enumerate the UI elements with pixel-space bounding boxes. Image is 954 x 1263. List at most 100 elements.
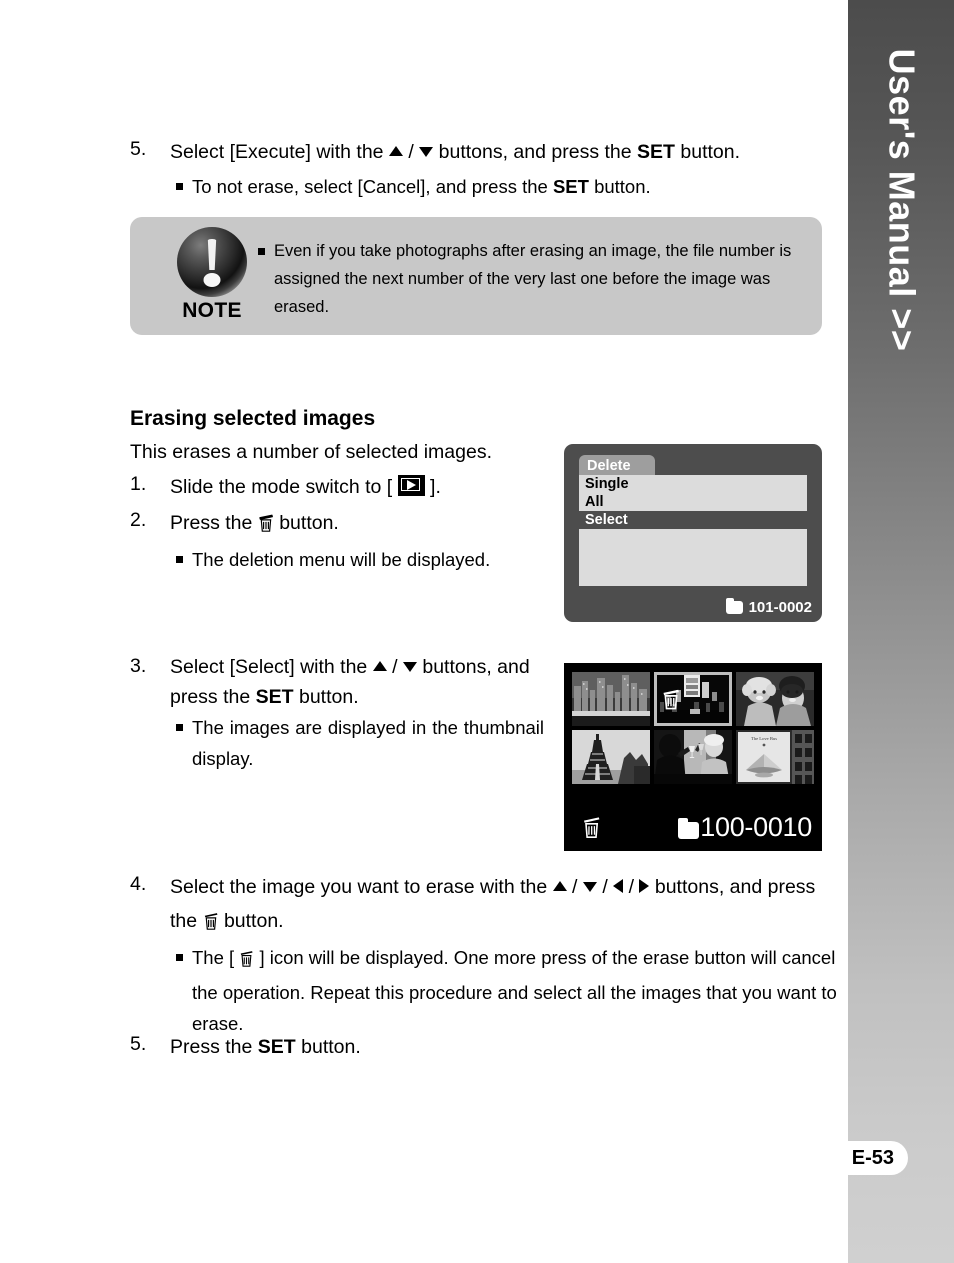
step-text-part: button.: [295, 1036, 361, 1058]
step-5: 5. Press the SET button.: [130, 1030, 630, 1064]
step-text: Press the SET button.: [170, 1030, 630, 1064]
step-number: 2.: [130, 509, 147, 531]
triangle-down-icon: [402, 662, 417, 672]
step-text-part: buttons, and press the: [433, 141, 638, 163]
step-text: Select [Select] with the / buttons, and …: [170, 652, 542, 712]
step-text-part: Slide the mode switch to [: [170, 476, 398, 498]
trash-icon: [239, 946, 254, 977]
sidebar-title-text: User's Manual >>: [881, 48, 923, 352]
bullet-square-icon: [176, 954, 183, 961]
step-text-part: Press the: [170, 1036, 258, 1058]
bullet-text: The deletion menu will be displayed.: [192, 549, 491, 570]
folder-icon: [725, 598, 743, 614]
bullet-text-part: button.: [588, 176, 651, 197]
lcd-status-bar: 100-0010: [564, 812, 822, 846]
step-text-part: Select the image you want to erase with …: [170, 876, 553, 898]
step-text: Press the button.: [170, 506, 550, 544]
bullet-text-part: ] icon will be displayed. One more press…: [192, 947, 837, 1034]
bullet-square-icon: [176, 556, 183, 563]
step-text-part: Select [Select] with the: [170, 656, 373, 678]
playback-mode-icon: [397, 475, 425, 496]
step-text-part: button.: [273, 512, 339, 534]
sidebar-title: User's Manual >>: [848, 0, 954, 400]
step-number: 1.: [130, 473, 147, 495]
thumbnail-cell[interactable]: [654, 730, 732, 784]
trash-icon: [258, 510, 274, 544]
step-text-part: /: [402, 141, 420, 163]
triangle-up-icon: [388, 146, 403, 156]
bullet-square-icon: [176, 724, 183, 731]
note-icon-group: NOTE: [152, 227, 272, 323]
page-content: 5. Select [Execute] with the / buttons, …: [0, 0, 848, 1263]
note-label: NOTE: [182, 299, 242, 322]
note-text: Even if you take photographs after erasi…: [274, 242, 792, 316]
step-number: 5.: [130, 1033, 147, 1055]
page-number: E-53: [851, 1146, 894, 1169]
triangle-right-icon: [639, 879, 650, 893]
file-number-group: 100-0010: [678, 812, 812, 843]
step-text-part: /: [623, 876, 640, 898]
page-number-badge: E-53: [836, 1141, 908, 1175]
thumbnail-cell[interactable]: [572, 672, 650, 726]
set-button-label: SET: [257, 1036, 296, 1058]
step-top-5: 5. Select [Execute] with the / buttons, …: [130, 135, 830, 202]
step-3: 3. Select [Select] with the / buttons, a…: [130, 652, 544, 774]
thumbnail-cell[interactable]: [572, 730, 650, 784]
step-1: 1. Slide the mode switch to [ ].: [130, 470, 550, 504]
section-intro: This erases a number of selected images.: [130, 441, 493, 463]
file-number: 100-0010: [700, 812, 812, 842]
step-text-part: /: [596, 876, 614, 898]
step-text-part: button.: [218, 910, 284, 932]
svg-text:The Love Bus: The Love Bus: [751, 736, 777, 741]
triangle-left-icon: [613, 879, 624, 893]
step-bullet: To not erase, select [Cancel], and press…: [176, 171, 830, 202]
menu-item-all[interactable]: All: [579, 493, 807, 511]
step-text-part: /: [566, 876, 583, 898]
step-number: 5.: [130, 138, 147, 160]
triangle-up-icon: [372, 661, 387, 671]
step-text-part: /: [386, 656, 403, 678]
bullet-square-icon: [258, 248, 265, 255]
bullet-square-icon: [176, 183, 183, 190]
exclamation-icon: [177, 227, 247, 297]
file-number: 101-0002: [748, 599, 812, 616]
lcd-status-bar: 101-0002: [725, 598, 812, 616]
step-text-part: Press the: [170, 512, 258, 534]
thumbnail-grid: The Love Bus: [572, 672, 814, 784]
step-4: 4. Select the image you want to erase wi…: [130, 870, 837, 1039]
step-number: 3.: [130, 655, 147, 677]
bullet-text: The images are displayed in the thumbnai…: [192, 717, 544, 769]
note-body: Even if you take photographs after erasi…: [258, 237, 810, 321]
step-bullet: The [ ] icon will be displayed. One more…: [176, 942, 864, 1039]
thumbnail-cell[interactable]: [736, 672, 814, 726]
step-text-part: Select [Execute] with the: [170, 141, 389, 163]
camera-lcd-thumbnail-view: The Love Bus 100-0010: [564, 663, 822, 851]
folder-icon: [678, 818, 700, 839]
step-2: 2. Press the button. The deletion menu w…: [130, 506, 550, 575]
step-text-part: button.: [674, 141, 741, 163]
thumbnail-cell[interactable]: The Love Bus: [736, 730, 814, 784]
step-text: Slide the mode switch to [ ].: [170, 470, 550, 504]
menu-tab-delete: Delete: [579, 455, 655, 476]
step-text-part: button.: [293, 686, 359, 708]
thumbnail-cell-selected[interactable]: [654, 672, 732, 726]
set-button-label: SET: [552, 176, 589, 197]
note-callout-box: NOTE Even if you take photographs after …: [130, 217, 822, 335]
bullet-text-part: To not erase, select [Cancel], and press…: [192, 176, 553, 197]
step-number: 4.: [130, 873, 147, 895]
camera-lcd-delete-menu: Delete Single All Select 101-0002: [564, 444, 822, 622]
trash-icon: [662, 688, 680, 715]
trash-icon: [203, 908, 219, 942]
set-button-label: SET: [637, 141, 675, 163]
menu-item-single[interactable]: Single: [579, 475, 807, 493]
menu-list: Single All Select: [579, 475, 807, 586]
right-sidebar: User's Manual >> E-53: [836, 0, 954, 1263]
section-heading: Erasing selected images: [130, 407, 376, 430]
menu-item-select[interactable]: Select: [579, 511, 807, 529]
step-text-part: ].: [424, 476, 441, 498]
step-text: Select [Execute] with the / buttons, and…: [170, 135, 830, 169]
step-bullet: The images are displayed in the thumbnai…: [176, 712, 544, 774]
triangle-up-icon: [552, 881, 567, 891]
triangle-down-icon: [419, 147, 434, 157]
step-text: Select the image you want to erase with …: [170, 870, 830, 942]
